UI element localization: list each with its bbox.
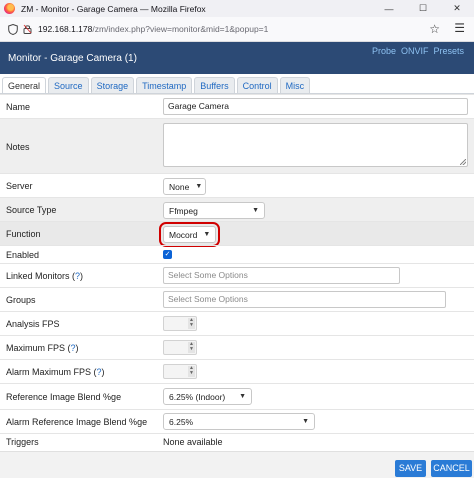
row-triggers: Triggers None available <box>0 433 474 451</box>
hamburger-menu-icon[interactable]: ☰ <box>454 21 465 35</box>
spinner-arrows-icon[interactable]: ▲ ▼ <box>188 342 195 353</box>
tab-bar: General Source Storage Timestamp Buffers… <box>2 77 312 94</box>
ref-blend-value: 6.25% (Indoor) <box>169 391 226 402</box>
alarm-maximum-fps-label: Alarm Maximum FPS (?) <box>6 367 105 377</box>
resize-grip-icon[interactable] <box>460 159 466 165</box>
enabled-checkbox[interactable]: ✓ <box>163 250 172 259</box>
maximum-fps-input[interactable]: ▲ ▼ <box>163 340 197 355</box>
name-label: Name <box>6 102 31 112</box>
chevron-down-icon: ▼ <box>302 418 309 425</box>
spinner-arrows-icon[interactable]: ▲ ▼ <box>188 366 195 377</box>
presets-link[interactable]: Presets <box>433 46 464 56</box>
linked-monitors-label-text: Linked Monitors ( <box>6 271 76 281</box>
chevron-down-icon: ▼ <box>252 207 259 214</box>
row-enabled: Enabled ✓ <box>0 245 474 263</box>
linked-monitors-placeholder: Select Some Options <box>168 270 248 280</box>
name-input[interactable]: Garage Camera <box>163 98 468 115</box>
page-title: Monitor - Garage Camera (1) <box>8 53 137 64</box>
function-label: Function <box>6 229 41 239</box>
firefox-logo-icon <box>4 3 15 14</box>
function-value: Mocord <box>169 229 198 240</box>
tab-general[interactable]: General <box>2 77 47 94</box>
row-name: Name Garage Camera <box>0 94 474 118</box>
row-source-type: Source Type Ffmpeg ▼ <box>0 197 474 221</box>
tab-timestamp[interactable]: Timestamp <box>136 77 193 94</box>
label-close-paren: ) <box>80 271 84 281</box>
minimize-button[interactable]: — <box>372 0 406 17</box>
cancel-button[interactable]: CANCEL <box>431 460 472 477</box>
maximum-fps-label-text: Maximum FPS ( <box>6 343 71 353</box>
row-maximum-fps: Maximum FPS (?) ▲ ▼ <box>0 335 474 359</box>
tab-control[interactable]: Control <box>236 77 278 94</box>
server-select-value: None <box>169 181 190 192</box>
analysis-fps-label: Analysis FPS <box>6 319 60 329</box>
tab-misc[interactable]: Misc <box>279 77 311 94</box>
maximize-button[interactable]: ☐ <box>406 0 440 17</box>
source-type-label: Source Type <box>6 205 57 215</box>
tab-storage[interactable]: Storage <box>90 77 135 94</box>
row-notes: Notes <box>0 118 474 173</box>
save-button[interactable]: SAVE <box>395 460 426 477</box>
address-bar[interactable]: 192.168.1.178/zm/index.php?view=monitor&… <box>0 17 474 42</box>
row-ref-blend: Reference Image Blend %ge 6.25% (Indoor)… <box>0 383 474 409</box>
chevron-down-icon: ▼ <box>239 393 246 400</box>
enabled-label: Enabled <box>6 250 40 260</box>
analysis-fps-input[interactable]: ▲ ▼ <box>163 316 197 331</box>
row-groups: Groups Select Some Options <box>0 287 474 311</box>
row-alarm-ref-blend: Alarm Reference Image Blend %ge 6.25% ▼ <box>0 409 474 433</box>
close-window-button[interactable]: ✕ <box>440 0 474 17</box>
triggers-label: Triggers <box>6 437 39 447</box>
function-select[interactable]: Mocord ▼ <box>159 222 220 247</box>
groups-placeholder: Select Some Options <box>168 294 248 304</box>
chevron-down-icon: ▼ <box>195 183 203 190</box>
url-path: /zm/index.php?view=monitor&mid=1&popup=1 <box>92 24 269 34</box>
label-close-paren: ) <box>75 343 79 353</box>
server-select[interactable]: None ▼ <box>163 178 206 195</box>
lock-icon[interactable] <box>23 24 32 34</box>
server-label: Server <box>6 181 33 191</box>
row-server: Server None ▼ <box>0 173 474 197</box>
row-linked-monitors: Linked Monitors (?) Select Some Options <box>0 263 474 287</box>
alarm-ref-blend-value: 6.25% <box>169 416 194 427</box>
maximum-fps-label: Maximum FPS (?) <box>6 343 79 353</box>
url-host: 192.168.1.178 <box>38 24 93 34</box>
onvif-link[interactable]: ONVIF <box>401 46 429 56</box>
triggers-value: None available <box>163 437 223 447</box>
source-type-value: Ffmpeg <box>169 205 198 216</box>
alarm-maximum-fps-label-text: Alarm Maximum FPS ( <box>6 367 97 377</box>
alarm-maximum-fps-input[interactable]: ▲ ▼ <box>163 364 197 379</box>
window-title: ZM - Monitor - Garage Camera — Mozilla F… <box>21 3 206 14</box>
alarm-ref-blend-label: Alarm Reference Image Blend %ge <box>6 417 148 427</box>
groups-label: Groups <box>6 295 36 305</box>
monitor-header: Monitor - Garage Camera (1) Probe ONVIF … <box>0 42 474 74</box>
linked-monitors-multiselect[interactable]: Select Some Options <box>163 267 400 284</box>
row-analysis-fps: Analysis FPS ▲ ▼ <box>0 311 474 335</box>
source-type-select[interactable]: Ffmpeg ▼ <box>163 202 265 219</box>
tab-buffers[interactable]: Buffers <box>194 77 235 94</box>
window-titlebar: ZM - Monitor - Garage Camera — Mozilla F… <box>0 0 474 17</box>
notes-textarea[interactable] <box>163 123 468 167</box>
probe-link[interactable]: Probe <box>372 46 396 56</box>
row-function: Function Mocord ▼ <box>0 221 474 247</box>
row-alarm-maximum-fps: Alarm Maximum FPS (?) ▲ ▼ <box>0 359 474 383</box>
star-icon[interactable]: ☆ <box>429 22 440 36</box>
ref-blend-label: Reference Image Blend %ge <box>6 392 122 402</box>
label-close-paren: ) <box>101 367 105 377</box>
notes-label: Notes <box>6 142 30 152</box>
tab-source[interactable]: Source <box>48 77 89 94</box>
alarm-ref-blend-select[interactable]: 6.25% ▼ <box>163 413 315 430</box>
groups-multiselect[interactable]: Select Some Options <box>163 291 446 308</box>
ref-blend-select[interactable]: 6.25% (Indoor) ▼ <box>163 388 252 405</box>
shield-icon[interactable] <box>8 23 18 35</box>
url-text[interactable]: 192.168.1.178/zm/index.php?view=monitor&… <box>38 24 268 34</box>
linked-monitors-label: Linked Monitors (?) <box>6 271 83 281</box>
form-footer: SAVE CANCEL <box>0 451 474 478</box>
spinner-arrows-icon[interactable]: ▲ ▼ <box>188 318 195 329</box>
chevron-down-icon: ▼ <box>203 231 211 238</box>
